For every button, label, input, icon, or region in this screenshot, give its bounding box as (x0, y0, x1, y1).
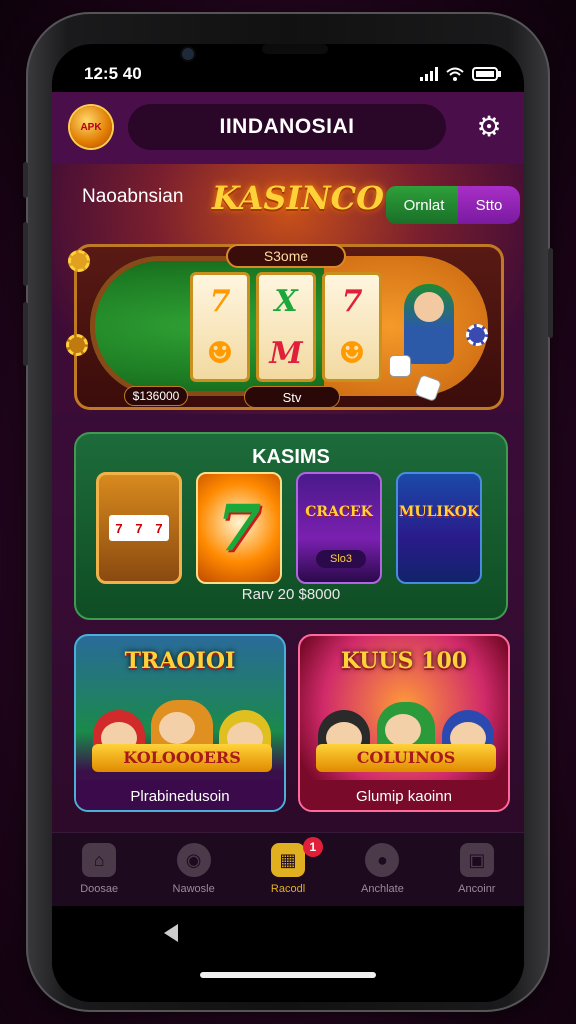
user-icon: ● (365, 843, 400, 877)
nav-item-wallet[interactable]: ▣ Ancoinr (430, 833, 524, 906)
home-icon: ⌂ (82, 843, 117, 877)
games-panel-title: KASIMS (252, 446, 330, 468)
casino-app: APK IINDANOSIAI ⚙ Naoabnsian KASINCO Orn… (52, 92, 524, 906)
table-label: S3ome (226, 244, 346, 268)
hero-secondary-label: Stto (475, 196, 503, 214)
game-tiles: 777 7 CRACEK Slo3 MULIKOK (96, 472, 490, 584)
gear-icon[interactable]: ⚙ (474, 112, 504, 142)
seven-text: 7 (216, 490, 262, 566)
signal-icon (420, 66, 438, 86)
bottom-nav: ⌂ Doosae ◉ Nawosle ▦ 1 Racodl ● Anchlate… (52, 832, 524, 906)
slot-reels: 7 ☻ XM 7 ☻ (190, 272, 382, 382)
nav-label: Nawosle (172, 883, 215, 895)
globe-icon: ◉ (176, 843, 211, 877)
hero-primary-label: Ornlat (403, 196, 445, 214)
multi-title: MULIKOK (398, 504, 480, 520)
game-tile-slot-machine[interactable]: 777 (96, 472, 182, 584)
system-nav-bar (52, 906, 524, 1002)
promo-banner: KOLOOOERS (92, 744, 272, 772)
cracker-title: CRACEK (305, 504, 373, 520)
table-bet-text: $136000 (132, 389, 180, 403)
nav-label: Ancoinr (458, 883, 496, 895)
cracker-sub: Slo3 (316, 550, 366, 568)
app-logo[interactable]: APK (70, 106, 112, 148)
chip-icon (466, 324, 488, 346)
mute-switch (23, 162, 28, 198)
back-icon[interactable] (164, 924, 178, 942)
nav-item-user[interactable]: ● Anchlate (335, 833, 429, 906)
wifi-icon (446, 66, 464, 86)
promo-card[interactable]: TRAOIOI KOLOOOERS Plrabinedusoin (74, 634, 286, 812)
hero-primary-button[interactable]: Ornlat (386, 186, 462, 224)
hero-banner[interactable]: Naoabnsian KASINCO Ornlat Stto S3ome 7 ☻ … (52, 164, 524, 414)
table-bet-tag: $136000 (124, 386, 188, 406)
table-label-text: S3ome (263, 248, 309, 264)
reel: 7 ☻ (190, 272, 250, 382)
chip-icon (68, 250, 90, 272)
promo-banner: COLUINOS (316, 744, 496, 772)
table-spin-tag[interactable]: Stv (244, 386, 340, 408)
hero-secondary-button[interactable]: Stto (458, 186, 520, 224)
chip-icon (66, 334, 88, 356)
nav-label: Racodl (270, 883, 306, 895)
volume-down-button (23, 302, 28, 366)
promo-title: TRAOIOI (124, 648, 236, 674)
nav-label: Doosae (80, 883, 119, 895)
promo-label: Glumip kaoinn (300, 780, 508, 810)
games-panel-footer: Rarv 20 $8000 (241, 586, 341, 603)
nav-label: Anchlate (361, 883, 404, 895)
region-selector[interactable]: IINDANOSIAI (128, 104, 446, 150)
game-tile-seven[interactable]: 7 (196, 472, 282, 584)
dice-icon (390, 356, 410, 376)
game-tile-multi[interactable]: MULIKOK (396, 472, 482, 584)
wallet-icon: ▣ (459, 843, 494, 877)
promo-title: KUUS 100 (340, 648, 468, 674)
phone-screen: 12:5 40 APK IINDANOSIAI ⚙ Naoabnsian KAS… (52, 44, 524, 1002)
gift-icon: ▦ (271, 843, 306, 877)
promo-label: Plrabinedusoin (76, 780, 284, 810)
reel: XM (256, 272, 316, 382)
hero-title: KASINCO (212, 179, 385, 217)
status-bar: 12:5 40 (52, 44, 524, 92)
nav-item-globe[interactable]: ◉ Nawosle (146, 833, 240, 906)
top-bar: APK IINDANOSIAI ⚙ (52, 92, 524, 164)
home-indicator[interactable] (200, 972, 376, 978)
nav-item-home[interactable]: ⌂ Doosae (52, 833, 146, 906)
region-title: IINDANOSIAI (219, 115, 355, 138)
casino-table: S3ome 7 ☻ XM 7 ☻ $136000 Stv (66, 244, 504, 410)
table-spin-text: Stv (282, 389, 302, 405)
status-time: 12:5 40 (84, 64, 142, 83)
mascot-character (404, 284, 454, 364)
games-panel: KASIMS 777 7 CRACEK Slo3 MULIKOK Rarv 20… (74, 432, 508, 620)
battery-icon (472, 66, 502, 86)
hero-left-label: Naoabnsian (82, 186, 184, 207)
logo-text: APK (80, 121, 102, 133)
reel: 7 ☻ (322, 272, 382, 382)
notification-badge: 1 (302, 837, 323, 857)
promo-card[interactable]: KUUS 100 COLUINOS Glumip kaoinn (298, 634, 510, 812)
slot-machine-icon: 777 (109, 515, 169, 541)
nav-item-gift[interactable]: ▦ 1 Racodl (241, 833, 335, 906)
game-tile-cracker[interactable]: CRACEK Slo3 (296, 472, 382, 584)
power-button (548, 248, 553, 338)
volume-up-button (23, 222, 28, 286)
